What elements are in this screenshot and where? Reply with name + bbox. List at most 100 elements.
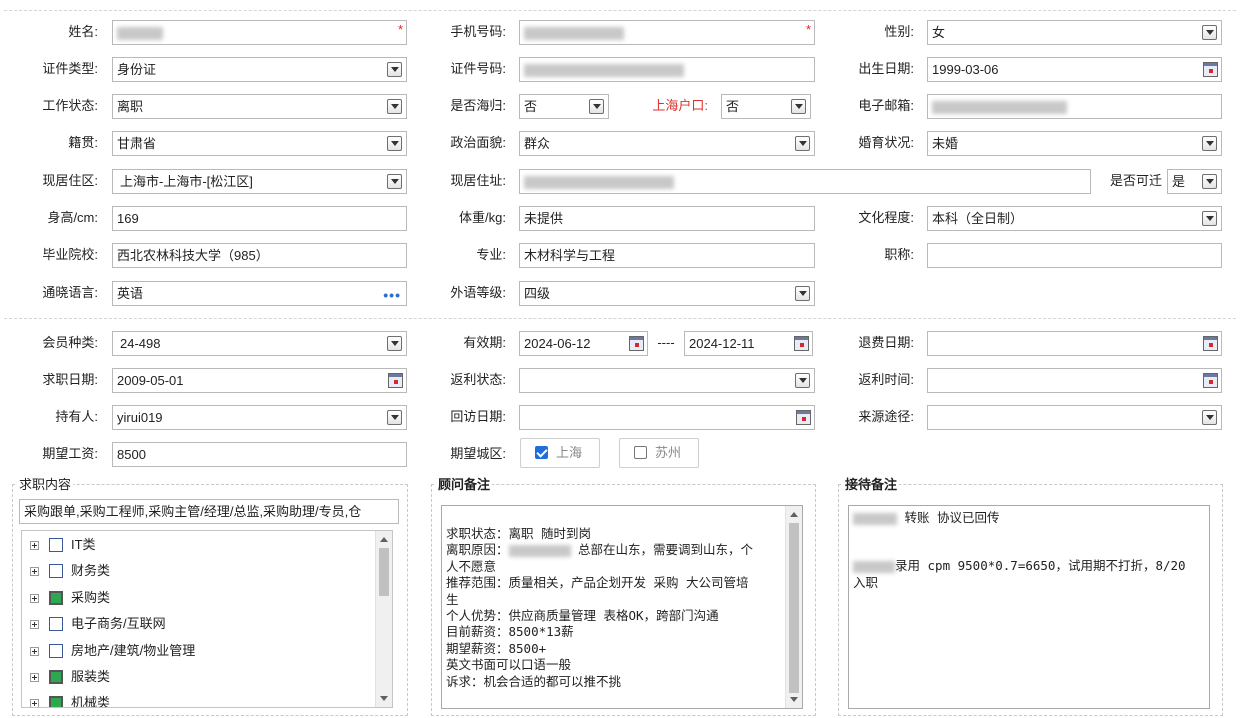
scroll-up-arrow-icon[interactable]: [790, 512, 798, 517]
source-label: 来源途径:: [858, 409, 914, 424]
chevron-down-icon[interactable]: [387, 410, 402, 425]
political-select[interactable]: 群众: [519, 131, 815, 156]
calendar-icon[interactable]: [1203, 62, 1218, 77]
weight-field[interactable]: 未提供: [519, 206, 815, 231]
tree-item[interactable]: 财务类: [30, 561, 110, 581]
shanghai-hukou-select[interactable]: 否: [721, 94, 811, 119]
residence-area-select[interactable]: 上海市-上海市-[松江区]: [112, 169, 407, 194]
chevron-down-icon[interactable]: [589, 99, 604, 114]
email-field[interactable]: [927, 94, 1222, 119]
job-date-field[interactable]: 2009-05-01: [112, 368, 407, 393]
birth-date-field[interactable]: 1999-03-06: [927, 57, 1222, 82]
tree-item[interactable]: 机械类: [30, 693, 110, 707]
scroll-up-arrow-icon[interactable]: [380, 537, 388, 542]
tree-checkbox[interactable]: [49, 538, 63, 552]
scrollbar-thumb[interactable]: [789, 523, 799, 693]
tree-item[interactable]: 采购类: [30, 588, 110, 608]
marital-value: 未婚: [932, 136, 959, 151]
tree-checkbox[interactable]: [49, 564, 63, 578]
chevron-down-icon[interactable]: [795, 286, 810, 301]
calendar-icon[interactable]: [1203, 336, 1218, 351]
tree-scrollbar[interactable]: [375, 531, 392, 707]
language-field[interactable]: 英语 •••: [112, 281, 407, 306]
chevron-down-icon[interactable]: [387, 136, 402, 151]
tree-item[interactable]: IT类: [30, 535, 96, 555]
validity-end-field[interactable]: 2024-12-11: [684, 331, 813, 356]
tree-item[interactable]: 服装类: [30, 667, 110, 687]
expand-plus-icon[interactable]: [30, 541, 39, 550]
name-field[interactable]: *: [112, 20, 407, 45]
scrollbar-thumb[interactable]: [379, 548, 389, 596]
note-line: 生: [446, 591, 459, 607]
job-content-summary-field[interactable]: 采购跟单,采购工程师,采购主管/经理/总监,采购助理/专员,仓: [19, 499, 399, 524]
chevron-down-icon[interactable]: [387, 62, 402, 77]
expand-plus-icon[interactable]: [30, 699, 39, 707]
checkbox-checked-icon[interactable]: [535, 446, 548, 459]
rebate-status-select[interactable]: [519, 368, 815, 393]
notes-scrollbar[interactable]: [785, 506, 802, 708]
height-field[interactable]: 169: [112, 206, 407, 231]
member-type-select[interactable]: 24-498: [112, 331, 407, 356]
more-options-icon[interactable]: •••: [383, 284, 401, 305]
chevron-down-icon[interactable]: [1202, 174, 1217, 189]
chevron-down-icon[interactable]: [1202, 410, 1217, 425]
calendar-icon[interactable]: [796, 410, 811, 425]
marital-select[interactable]: 未婚: [927, 131, 1222, 156]
expand-plus-icon[interactable]: [30, 647, 39, 656]
chevron-down-icon[interactable]: [387, 99, 402, 114]
visit-date-field[interactable]: [519, 405, 815, 430]
refund-date-field[interactable]: [927, 331, 1222, 356]
chevron-down-icon[interactable]: [387, 336, 402, 351]
major-field[interactable]: 木材科学与工程: [519, 243, 815, 268]
idtype-select[interactable]: 身份证: [112, 57, 407, 82]
calendar-icon[interactable]: [1203, 373, 1218, 388]
relocate-select[interactable]: 是: [1167, 169, 1222, 194]
chevron-down-icon[interactable]: [791, 99, 806, 114]
tree-item[interactable]: 房地产/建筑/物业管理: [30, 641, 195, 661]
idno-field[interactable]: [519, 57, 815, 82]
phone-field[interactable]: *: [519, 20, 815, 45]
tree-item[interactable]: 电子商务/互联网: [30, 614, 166, 634]
rebate-time-field[interactable]: [927, 368, 1222, 393]
source-select[interactable]: [927, 405, 1222, 430]
holder-select[interactable]: yirui019: [112, 405, 407, 430]
chevron-down-icon[interactable]: [1202, 136, 1217, 151]
residence-address-field[interactable]: [519, 169, 1091, 194]
overseas-select[interactable]: 否: [519, 94, 609, 119]
chevron-down-icon[interactable]: [1202, 25, 1217, 40]
chevron-down-icon[interactable]: [795, 373, 810, 388]
checkbox-unchecked-icon[interactable]: [634, 446, 647, 459]
scroll-down-arrow-icon[interactable]: [790, 697, 798, 702]
native-place-select[interactable]: 甘肃省: [112, 131, 407, 156]
expand-plus-icon[interactable]: [30, 594, 39, 603]
tree-checkbox[interactable]: [49, 617, 63, 631]
tree-checkbox[interactable]: [49, 644, 63, 658]
tree-checkbox-checked[interactable]: [49, 591, 63, 605]
expand-plus-icon[interactable]: [30, 673, 39, 682]
chevron-down-icon[interactable]: [795, 136, 810, 151]
calendar-icon[interactable]: [388, 373, 403, 388]
expand-plus-icon[interactable]: [30, 620, 39, 629]
school-field[interactable]: 西北农林科技大学（985）: [112, 243, 407, 268]
validity-start-field[interactable]: 2024-06-12: [519, 331, 648, 356]
scroll-down-arrow-icon[interactable]: [380, 696, 388, 701]
chevron-down-icon[interactable]: [1202, 211, 1217, 226]
gender-select[interactable]: 女: [927, 20, 1222, 45]
tree-item-label: 采购类: [71, 590, 111, 605]
education-select[interactable]: 本科（全日制）: [927, 206, 1222, 231]
language-level-select[interactable]: 四级: [519, 281, 815, 306]
chevron-down-icon[interactable]: [387, 174, 402, 189]
validity-label: 有效期:: [463, 335, 506, 350]
expected-salary-field[interactable]: 8500: [112, 442, 407, 467]
city-suzhou-checkbox[interactable]: 苏州: [619, 438, 699, 468]
calendar-icon[interactable]: [629, 336, 644, 351]
reception-notes-textarea[interactable]: 转账 协议已回传 录用 cpm 9500*0.7=6650，试用期不打折，8/2…: [848, 505, 1210, 709]
calendar-icon[interactable]: [794, 336, 809, 351]
consultant-notes-textarea[interactable]: 求职状态：离职 随时到岗 离职原因： 总部在山东，需要调到山东，个 人不愿意 推…: [441, 505, 803, 709]
tree-checkbox-checked[interactable]: [49, 696, 63, 707]
job-title-field[interactable]: [927, 243, 1222, 268]
work-status-select[interactable]: 离职: [112, 94, 407, 119]
tree-checkbox-checked[interactable]: [49, 670, 63, 684]
city-shanghai-checkbox[interactable]: 上海: [520, 438, 600, 468]
expand-plus-icon[interactable]: [30, 567, 39, 576]
